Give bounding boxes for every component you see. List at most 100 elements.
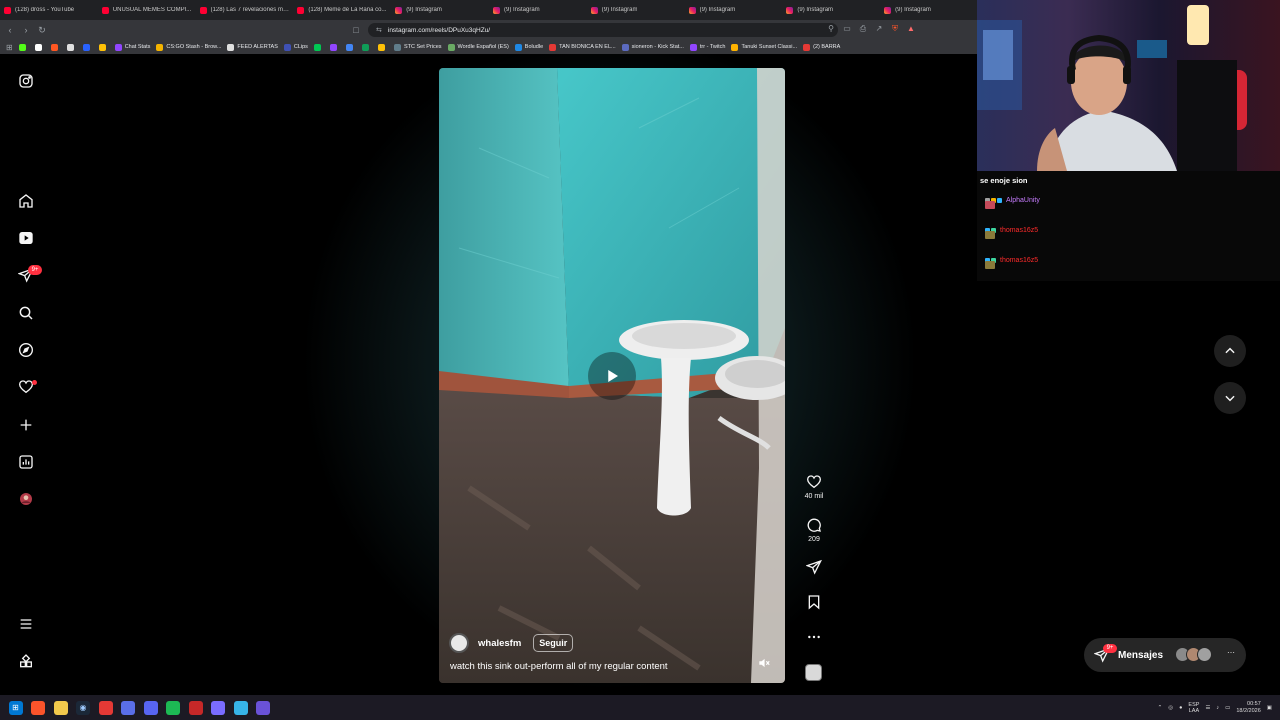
bookmark-item[interactable]: Boludle [514,43,543,51]
reels-icon[interactable] [16,228,36,248]
reload-icon[interactable]: ↻ [36,24,48,36]
follow-button[interactable]: Seguir [533,634,574,652]
next-reel-button[interactable] [1214,382,1246,414]
bookmark-item[interactable]: STC Set Prices [393,43,442,51]
also-from-meta-icon[interactable] [16,652,36,672]
site-settings-icon[interactable]: ⇆ [376,26,382,34]
vm-icon[interactable] [121,700,135,715]
like-heart-icon[interactable] [806,474,822,490]
audio-track-thumbnail[interactable] [805,664,822,681]
brave-browser-icon[interactable] [31,700,45,715]
bookmark-item[interactable]: Wordle Español (ES) [447,43,509,51]
bookmark-item[interactable] [66,43,77,51]
language-indicator[interactable]: ESP LAA [1188,702,1199,714]
bookmark-item[interactable] [98,43,109,51]
bookmark-favicon-icon [621,43,629,51]
bookmark-item[interactable] [361,43,372,51]
notifications-bell-icon[interactable]: ▣ [1267,705,1272,711]
battery-icon[interactable]: ▭ [1225,705,1230,711]
browser-tab[interactable]: (128) Las 7 revelaciones má... [196,0,294,20]
bookmark-item[interactable]: CS:GO Stash - Brow... [156,43,221,51]
back-arrow-icon[interactable]: ‹ [4,24,16,36]
browser-tab[interactable]: (9) Instagram [685,0,783,20]
browser-tab[interactable]: (9) Instagram [391,0,489,20]
discord-icon[interactable] [143,700,158,715]
steam-icon[interactable]: ◉ [76,700,90,715]
more-options-icon[interactable] [806,629,822,645]
address-bar[interactable]: ⇆ instagram.com/reels/DPuXu3qHZu/ [368,23,838,37]
forward-arrow-icon[interactable]: › [20,24,32,36]
clock-time: 00:57 [1247,700,1261,707]
bookmark-item[interactable]: CLips [283,43,308,51]
bookmark-save-icon[interactable] [806,594,822,610]
tray-chevron-icon[interactable]: ⌃ [1158,705,1163,711]
wifi-icon[interactable]: ☰ [1205,705,1210,711]
create-plus-icon[interactable] [16,415,36,435]
bookmark-item[interactable]: (2) BARRA [803,43,840,51]
cast-icon[interactable]: ▭ [842,24,852,34]
instagram-icon [492,6,500,14]
bookmark-item[interactable]: FEED ALERTAS [227,43,278,51]
mute-icon[interactable] [757,656,771,670]
browser-tab[interactable]: UNUSUAL MEMES COMPI... [98,0,196,20]
app-icon[interactable] [256,700,270,715]
clock[interactable]: 00:57 18/2/2026 [1236,701,1260,715]
bookmark-item[interactable] [82,43,93,51]
brave-rewards-icon[interactable]: ▲ [906,24,916,34]
brave-shield-icon[interactable]: ⛨ [890,24,900,34]
bookmark-item[interactable] [377,43,388,51]
apps-grid-icon[interactable]: ⊞ [6,43,13,52]
browser-tab[interactable]: (9) Instagram [880,0,978,20]
download-icon[interactable]: ⎙ [858,24,868,34]
bookmark-item[interactable]: sioneron - Kick Stat... [621,43,684,51]
explore-icon[interactable] [16,340,36,360]
file-explorer-icon[interactable] [53,700,68,715]
bookmark-item[interactable]: Chat Stats [114,43,150,51]
browser-tab[interactable]: (9) Instagram [587,0,685,20]
volume-icon[interactable]: ♪ [1216,705,1219,711]
bookmark-item[interactable] [18,43,29,51]
bookmark-item[interactable] [345,43,356,51]
bookmark-item[interactable]: Tanuki Sunset Classi... [731,43,797,51]
share-icon[interactable]: ↗ [874,24,884,34]
microphone-icon[interactable]: ● [1179,705,1182,711]
profile-avatar[interactable] [16,489,36,509]
author-username[interactable]: whalesfm [478,638,521,649]
reel-video[interactable]: whalesfm Seguir watch this sink out-perf… [439,68,785,683]
search-icon[interactable] [16,303,36,323]
bookmark-label: STC Set Prices [403,44,442,50]
previous-reel-button[interactable] [1214,335,1246,367]
bookmark-item[interactable]: trr - Twitch [689,43,725,51]
bookmark-item[interactable]: TAN BIONICA EN EL... [549,43,616,51]
app-icon[interactable] [98,700,113,715]
tab-title: (9) Instagram [406,7,442,13]
instagram-logo-icon[interactable] [16,71,36,91]
dashboard-icon[interactable] [16,452,36,472]
sidebar: 9+ [0,54,52,694]
zoom-icon[interactable]: ⚲ [826,24,836,34]
bookmarks-bar: ⊞ Chat Stats CS:GO Stash - Brow... FEED AL… [0,40,978,54]
play-button[interactable] [588,352,636,400]
home-icon[interactable] [16,191,36,211]
start-windows-icon[interactable]: ⊞ [8,700,23,715]
bookmark-icon[interactable]: □ [350,24,362,36]
app-icon[interactable] [233,700,248,715]
browser-tab[interactable]: (128) dross - YouTube [0,0,98,20]
network-icon[interactable]: ◎ [1168,705,1173,711]
app-icon[interactable] [211,700,225,715]
bookmark-item[interactable] [34,43,45,51]
avatar [1197,647,1212,662]
more-menu-icon[interactable] [16,614,36,634]
share-send-icon[interactable] [806,559,822,575]
bookmark-item[interactable] [313,43,324,51]
bookmark-item[interactable] [50,43,61,51]
messages-button[interactable]: 9+ Mensajes ⋯ [1084,638,1246,672]
browser-tab[interactable]: (128) Meme de La Rana co... [293,0,391,20]
streamlabs-icon[interactable] [188,700,203,715]
spotify-icon[interactable] [166,700,180,715]
browser-tab[interactable]: (9) Instagram [782,0,880,20]
browser-tab[interactable]: (9) Instagram [489,0,587,20]
comment-icon[interactable] [806,517,822,533]
bookmark-item[interactable] [329,43,340,51]
author-avatar[interactable] [449,633,469,653]
